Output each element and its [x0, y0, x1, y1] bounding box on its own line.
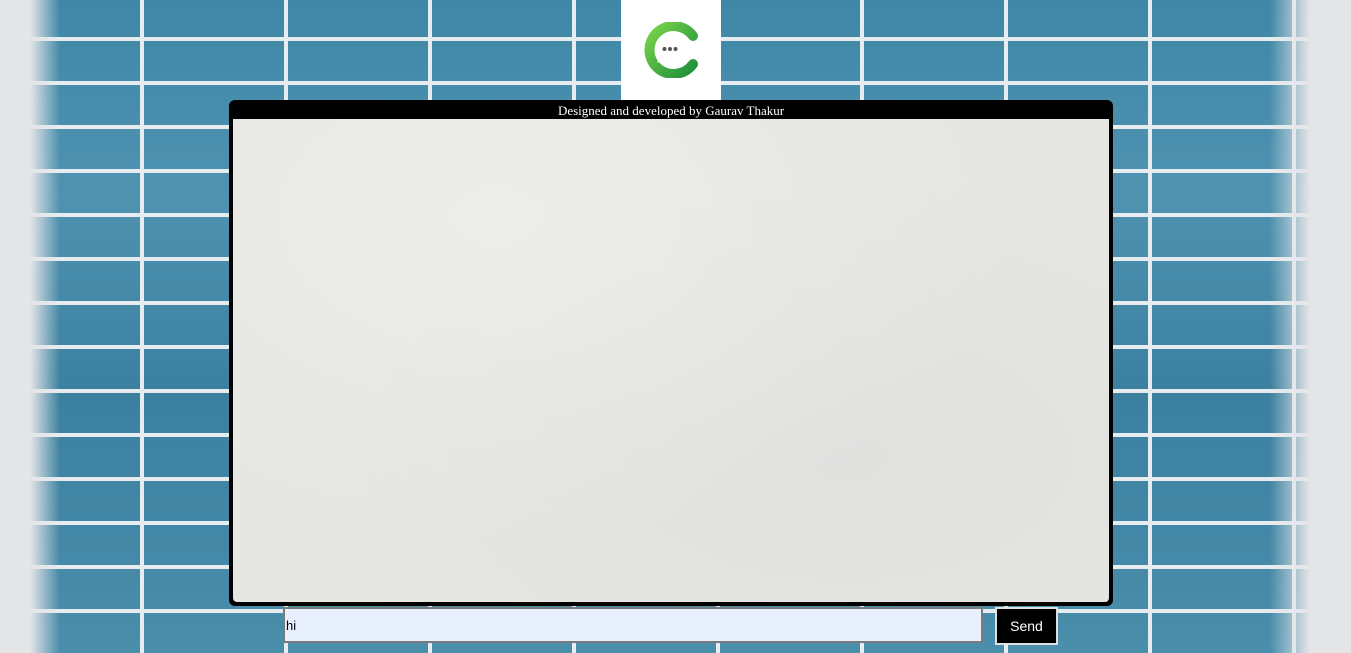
send-button[interactable]: Send: [995, 607, 1058, 645]
message-input[interactable]: [283, 607, 983, 643]
chat-bubble-logo-icon: [644, 22, 698, 78]
message-area[interactable]: [233, 119, 1109, 602]
credit-text: Designed and developed by Gaurav Thakur: [231, 102, 1111, 119]
app-logo: [621, 0, 721, 100]
chat-panel: Designed and developed by Gaurav Thakur: [229, 100, 1113, 606]
